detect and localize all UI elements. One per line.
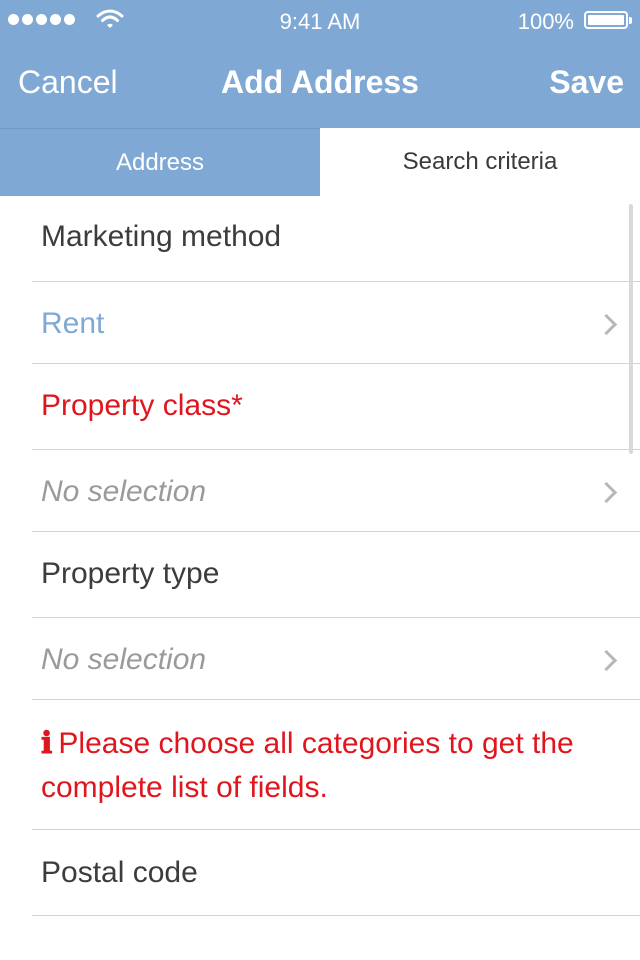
postal-code-header: Postal code: [32, 830, 640, 916]
property-type-label: Property type: [41, 557, 220, 590]
property-class-label: Property class*: [41, 389, 243, 422]
save-button[interactable]: Save: [549, 64, 624, 101]
tab-search-criteria[interactable]: Search criteria: [320, 128, 640, 196]
cancel-button[interactable]: Cancel: [18, 64, 118, 101]
property-type-select[interactable]: No selection: [32, 618, 640, 700]
scrollbar[interactable]: [629, 204, 633, 454]
info-message: ℹ Please choose all categories to get the…: [32, 700, 640, 830]
property-class-select[interactable]: No selection: [32, 450, 640, 532]
chevron-right-icon: [595, 481, 618, 504]
property-type-value: No selection: [41, 643, 207, 676]
property-class-value: No selection: [41, 475, 207, 508]
marketing-method-header: Marketing method: [32, 196, 640, 282]
battery-icon: [584, 11, 632, 29]
property-class-header: Property class*: [32, 364, 640, 450]
marketing-method-select[interactable]: Rent: [32, 282, 640, 364]
navigation-header: 9:41 AM 100% Cancel Add Address Save: [0, 0, 640, 128]
marketing-method-value: Rent: [41, 307, 105, 340]
status-bar: 9:41 AM 100%: [0, 0, 640, 40]
search-criteria-form: Marketing method Rent Property class* No…: [0, 196, 640, 916]
postal-code-label: Postal code: [41, 856, 198, 889]
chevron-right-icon: [595, 313, 618, 336]
tab-address[interactable]: Address: [0, 128, 320, 196]
segmented-tabs: Address Search criteria: [0, 128, 640, 196]
chevron-right-icon: [595, 649, 618, 672]
info-message-text: Please choose all categories to get the …: [41, 727, 574, 804]
marketing-method-label: Marketing method: [41, 220, 282, 253]
property-type-header: Property type: [32, 532, 640, 618]
info-icon: ℹ: [41, 726, 53, 761]
battery-percentage: 100%: [517, 9, 574, 34]
